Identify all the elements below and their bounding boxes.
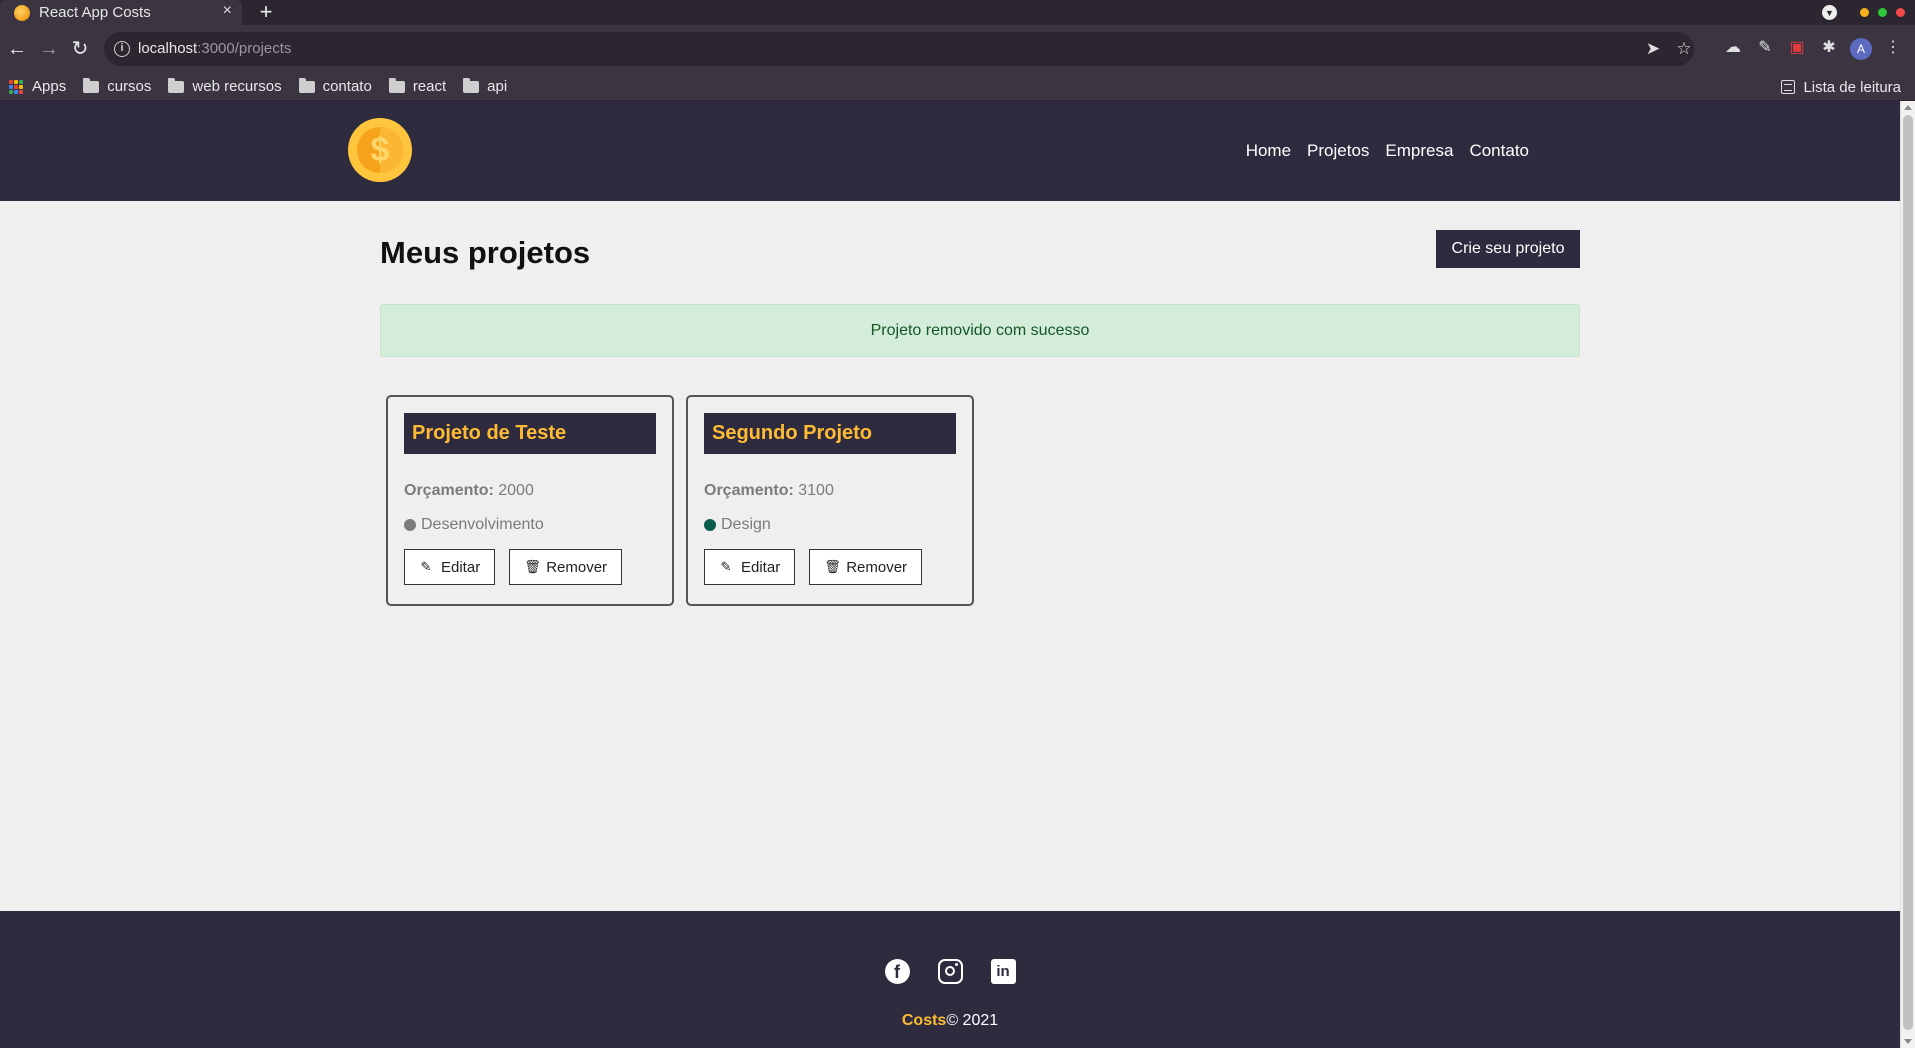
pencil-icon: ✎ <box>420 559 432 574</box>
project-card-list: Projeto de Teste Orçamento: 2000 Desenvo… <box>386 395 974 606</box>
nav-link-home[interactable]: Home <box>1246 141 1291 161</box>
reading-list-button[interactable]: Lista de leitura <box>1781 73 1901 101</box>
tab-favicon-icon <box>14 4 30 21</box>
send-icon[interactable]: ➤ <box>1642 38 1664 60</box>
category-dot-icon <box>704 519 716 531</box>
folder-icon <box>83 77 100 93</box>
project-name: Projeto de Teste <box>404 413 656 454</box>
card-actions: ✎ Editar 🗑 Remover <box>404 549 656 585</box>
forward-icon[interactable]: → <box>37 37 61 61</box>
bookmark-folder-contato[interactable]: contato <box>298 77 372 95</box>
bookmark-star-icon[interactable]: ☆ <box>1673 38 1695 60</box>
copyright-text: Costs© 2021 <box>901 1012 999 1029</box>
page-scrollbar[interactable] <box>1900 101 1915 1048</box>
project-name: Segundo Projeto <box>704 413 956 454</box>
pencil-icon: ✎ <box>720 559 732 574</box>
remove-button[interactable]: 🗑 Remover <box>509 549 623 585</box>
bookmark-label: Apps <box>32 78 67 95</box>
create-project-button[interactable]: Crie seu projeto <box>1436 230 1580 268</box>
folder-icon <box>298 77 315 93</box>
profile-avatar[interactable]: A <box>1850 38 1872 60</box>
window-controls: ▼ <box>1822 5 1905 20</box>
bookmark-label: cursos <box>107 78 152 95</box>
instagram-icon[interactable] <box>937 959 963 984</box>
bookmark-folder-web-recursos[interactable]: web recursos <box>168 77 282 95</box>
project-card: Projeto de Teste Orçamento: 2000 Desenvo… <box>386 395 674 606</box>
dollar-sign-icon: $ <box>370 131 390 169</box>
linkedin-icon[interactable]: in <box>990 959 1016 984</box>
bookmark-folder-cursos[interactable]: cursos <box>83 77 152 95</box>
reading-list-label: Lista de leitura <box>1803 78 1901 96</box>
folder-icon <box>168 77 185 93</box>
scroll-up-icon[interactable] <box>1904 105 1912 110</box>
tab-close-icon[interactable]: × <box>223 2 232 20</box>
address-bar[interactable]: i localhost:3000/projects ➤ ☆ <box>104 32 1694 66</box>
bookmark-apps[interactable]: Apps <box>9 78 66 95</box>
extension-pen-icon[interactable]: ✎ <box>1754 37 1776 59</box>
nav-link-projetos[interactable]: Projetos <box>1307 141 1369 161</box>
facebook-icon[interactable]: f <box>884 959 910 984</box>
minimize-button[interactable] <box>1860 8 1869 17</box>
close-window-button[interactable] <box>1896 8 1905 17</box>
edit-button[interactable]: ✎ Editar <box>404 549 496 585</box>
maximize-button[interactable] <box>1878 8 1887 17</box>
site-info-icon[interactable]: i <box>114 41 130 57</box>
costs-logo[interactable]: $ <box>348 118 412 182</box>
main-nav: Home Projetos Empresa Contato <box>1246 101 1529 201</box>
browser-menu-icon[interactable]: ⋮ <box>1882 37 1904 59</box>
edit-button[interactable]: ✎ Editar <box>704 549 796 585</box>
social-links: f in <box>0 959 1900 984</box>
browser-tab[interactable]: React App Costs × <box>0 0 242 25</box>
project-budget: Orçamento: 3100 <box>704 482 834 499</box>
apps-grid-icon <box>9 79 23 94</box>
scroll-down-icon[interactable] <box>1904 1039 1912 1044</box>
nav-link-empresa[interactable]: Empresa <box>1385 141 1453 161</box>
trash-icon: 🗑 <box>524 559 541 574</box>
reading-list-icon <box>1781 80 1796 94</box>
page-title: Meus projetos <box>380 235 591 270</box>
bookmarks-bar: Apps cursos web recursos contato react a… <box>0 73 1915 101</box>
site-navbar: $ Home Projetos Empresa Contato <box>0 101 1900 201</box>
project-card: Segundo Projeto Orçamento: 3100 Design ✎… <box>686 395 974 606</box>
page-viewport: $ Home Projetos Empresa Contato Meus pro… <box>0 101 1900 1048</box>
bookmark-label: react <box>412 78 447 95</box>
folder-icon <box>463 77 480 93</box>
card-actions: ✎ Editar 🗑 Remover <box>704 549 956 585</box>
nav-link-contato[interactable]: Contato <box>1469 141 1529 161</box>
remove-button[interactable]: 🗑 Remover <box>809 549 923 585</box>
extensions-puzzle-icon[interactable]: ✱ <box>1818 37 1840 59</box>
site-footer: f in Costs© 2021 <box>0 911 1900 1048</box>
bookmark-folder-api[interactable]: api <box>463 77 508 95</box>
trash-icon: 🗑 <box>824 559 841 574</box>
tab-search-icon[interactable]: ▼ <box>1822 5 1837 20</box>
scrollbar-thumb[interactable] <box>1903 115 1913 1030</box>
extension-cloud-icon[interactable]: ☁ <box>1722 37 1744 59</box>
success-alert: Projeto removido com sucesso <box>380 304 1580 357</box>
category-dot-icon <box>404 519 416 531</box>
project-category: Design <box>704 516 956 534</box>
tab-title: React App Costs <box>39 4 151 21</box>
folder-icon <box>388 77 405 93</box>
title-row: Meus projetos Crie seu projeto <box>380 230 1580 270</box>
project-budget: Orçamento: 2000 <box>404 482 534 499</box>
browser-tab-strip: React App Costs × + ▼ <box>0 0 1915 25</box>
back-icon[interactable]: ← <box>5 37 29 61</box>
bookmark-folder-react[interactable]: react <box>388 77 447 95</box>
project-category: Desenvolvimento <box>404 516 656 534</box>
new-tab-button[interactable]: + <box>254 0 278 25</box>
extension-red-icon[interactable]: ▣ <box>1786 37 1808 59</box>
bookmark-label: api <box>487 78 508 95</box>
reload-icon[interactable]: ↻ <box>68 37 92 61</box>
url-text[interactable]: localhost:3000/projects <box>138 40 291 57</box>
browser-toolbar: ← → ↻ i localhost:3000/projects ➤ ☆ ☁ ✎ … <box>0 25 1915 73</box>
bookmark-label: contato <box>322 78 372 95</box>
bookmark-label: web recursos <box>192 78 282 95</box>
